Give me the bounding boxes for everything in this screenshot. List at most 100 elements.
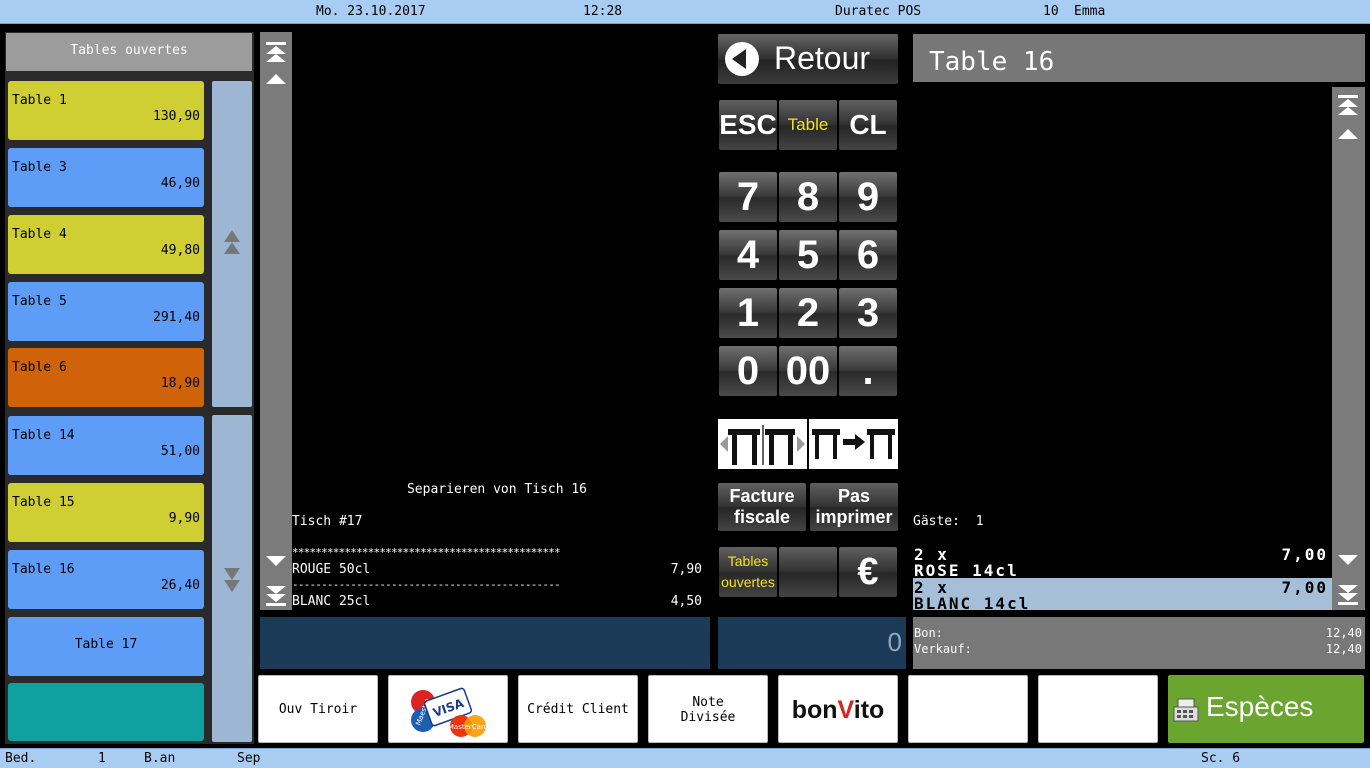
barcode-input[interactable]	[260, 617, 710, 669]
order-line-selected[interactable]: 2 x 7,00 BLANC 14cl	[913, 578, 1332, 613]
guests-label: Gäste:	[913, 514, 960, 529]
fiscal-invoice-button[interactable]: Facture fiscale	[718, 483, 806, 531]
guests-row: Gäste: 1	[913, 514, 984, 529]
blank-key[interactable]	[779, 547, 837, 597]
digit-key[interactable]: 9	[839, 172, 897, 222]
table-name: Table 17	[74, 637, 138, 652]
guests-count: 1	[975, 514, 984, 529]
scroll-top-icon[interactable]	[1337, 95, 1359, 115]
table-tile[interactable]: Table 3 46,90	[8, 148, 204, 207]
split-table-icon	[720, 425, 805, 465]
open-drawer-label: Ouv Tiroir	[278, 702, 358, 717]
verkauf-value: 12,40	[1325, 642, 1362, 656]
receipt-scrollbar[interactable]	[260, 32, 292, 610]
open-tables-button[interactable]: Tables ouvertes	[719, 547, 777, 597]
scroll-down-icon[interactable]	[265, 554, 287, 568]
order-item-name: BLANC 14cl	[914, 594, 1031, 613]
digit-key[interactable]: 8	[779, 172, 837, 222]
table-name: Table 14	[12, 428, 75, 443]
receipt-line: BLANC 25cl 4,50	[292, 594, 702, 609]
digit-key[interactable]: 7	[719, 172, 777, 222]
empty-function-button[interactable]	[1038, 675, 1158, 743]
digit-key[interactable]: 3	[839, 288, 897, 338]
table-name: Table 16	[12, 562, 75, 577]
bon-label: Bon:	[914, 626, 943, 640]
no-print-line1: Pas	[837, 486, 871, 506]
receipt-price: 4,50	[670, 594, 702, 609]
scroll-down-icon	[224, 568, 240, 592]
table-tile[interactable]: Table 14 51,00	[8, 416, 204, 475]
split-bill-line2: Divisée	[680, 710, 736, 725]
bed-label: Bed.	[5, 751, 37, 766]
table-tile[interactable]: Table 4 49,80	[8, 215, 204, 274]
card-payment-button[interactable]: Maestro VISA MasterCard	[388, 675, 508, 743]
euro-key[interactable]: €	[839, 547, 897, 597]
open-drawer-button[interactable]: Ouv Tiroir	[258, 675, 378, 743]
user-id: 10	[1043, 4, 1059, 19]
receipt-separator: ****************************************…	[292, 546, 561, 559]
scroll-up-icon[interactable]	[1337, 127, 1359, 141]
table-amount: 18,90	[160, 376, 200, 391]
scroll-bottom-icon[interactable]	[1337, 585, 1359, 605]
clear-key[interactable]: CL	[839, 100, 897, 150]
cash-payment-label: Espèces	[1206, 691, 1314, 722]
order-line[interactable]: 2 x 7,00 ROSE 14cl	[913, 545, 1332, 580]
receipt-item: ROUGE 50cl	[292, 562, 371, 577]
digit-key[interactable]: 0	[719, 346, 777, 396]
move-table-button[interactable]	[809, 419, 898, 469]
empty-table-slot[interactable]	[8, 683, 204, 741]
order-title: Table 16	[929, 47, 1055, 77]
bon-value: 12,40	[1325, 626, 1362, 640]
table-amount: 291,40	[153, 310, 200, 325]
receipt-area: Separieren von Tisch 16 Tisch #17 ******…	[292, 32, 710, 610]
digit-key[interactable]: 1	[719, 288, 777, 338]
digit-key[interactable]: 2	[779, 288, 837, 338]
digit-key[interactable]: .	[839, 346, 897, 396]
cash-payment-button[interactable]: Espèces	[1168, 675, 1364, 743]
split-table-button[interactable]	[718, 419, 807, 469]
status-bar: Mo. 23.10.2017 12:28 Duratec POS 10 Emma	[0, 0, 1370, 24]
table-name: Table 15	[12, 495, 75, 510]
receipt-price: 7,90	[670, 562, 702, 577]
table-name: Table 3	[12, 160, 67, 175]
customer-credit-button[interactable]: Crédit Client	[518, 675, 638, 743]
table-list-scroll-down[interactable]	[212, 415, 252, 742]
bonvito-part2: V	[837, 696, 854, 724]
scroll-top-icon[interactable]	[265, 42, 287, 62]
app-name: Duratec POS	[835, 4, 922, 19]
table-key[interactable]: Table	[779, 100, 837, 150]
order-scrollbar[interactable]	[1332, 87, 1365, 610]
split-bill-line1: Note	[692, 695, 724, 710]
order-title-bar: Table 16	[913, 34, 1365, 82]
bonvito-button[interactable]: bonVito	[778, 675, 898, 743]
back-button[interactable]: Retour	[718, 34, 898, 84]
bonvito-part3: ito	[853, 696, 885, 724]
sep-label: Sep	[237, 751, 261, 766]
table-list-scroll-up[interactable]	[212, 81, 252, 407]
digit-key[interactable]: 5	[779, 230, 837, 280]
table-tile[interactable]: Table 6 18,90	[8, 348, 204, 407]
digit-key[interactable]: 4	[719, 230, 777, 280]
table-tile[interactable]: Table 17	[8, 617, 204, 676]
table-name: Table 4	[12, 227, 67, 242]
table-tile[interactable]: Table 16 26,40	[8, 550, 204, 609]
digit-key[interactable]: 00	[779, 346, 837, 396]
no-print-button[interactable]: Pas imprimer	[810, 483, 898, 531]
table-name: Table 5	[12, 294, 67, 309]
table-tile[interactable]: Table 1 130,90	[8, 81, 204, 140]
digit-key[interactable]: 6	[839, 230, 897, 280]
scroll-up-icon[interactable]	[265, 72, 287, 86]
customer-credit-label: Crédit Client	[527, 702, 629, 717]
esc-key[interactable]: ESC	[719, 100, 777, 150]
table-tile[interactable]: Table 5 291,40	[8, 282, 204, 341]
table-amount: 26,40	[160, 578, 200, 593]
back-label: Retour	[774, 40, 871, 76]
back-arrow-icon	[725, 42, 759, 76]
table-amount: 49,80	[160, 243, 200, 258]
scroll-bottom-icon[interactable]	[265, 586, 287, 606]
split-bill-button[interactable]: Note Divisée	[648, 675, 768, 743]
scroll-down-icon[interactable]	[1337, 553, 1359, 567]
empty-function-button[interactable]	[908, 675, 1028, 743]
table-tile[interactable]: Table 15 9,90	[8, 483, 204, 542]
time: 12:28	[583, 4, 623, 19]
